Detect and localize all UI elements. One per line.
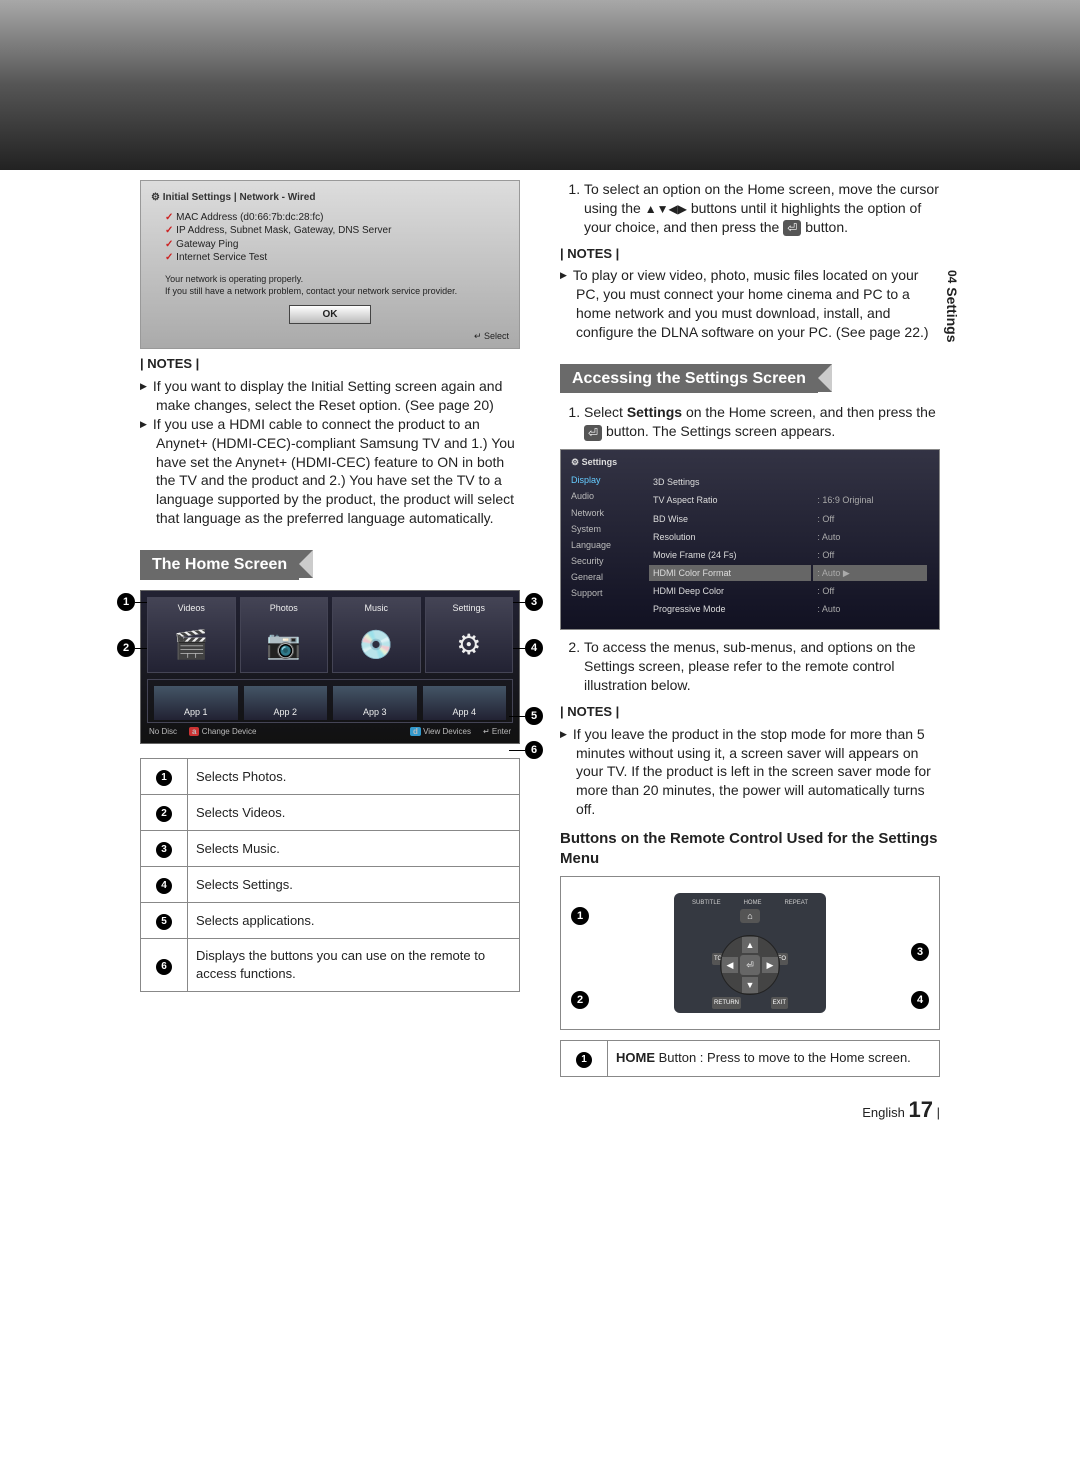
home-tab-music[interactable]: Music 💿 (332, 597, 421, 673)
note-item: If you want to display the Initial Setti… (156, 377, 520, 415)
repeat-label: REPEAT (784, 899, 808, 907)
notes-header: | NOTES | (560, 703, 940, 721)
marker-2-icon: 2 (571, 991, 589, 1009)
settings-title: Settings (571, 456, 929, 468)
arrow-down-icon[interactable]: ▼ (742, 977, 758, 993)
table-row: 6Displays the buttons you can use on the… (141, 939, 520, 991)
home-app-4[interactable]: App 4 (423, 686, 507, 720)
step-item: To select an option on the Home screen, … (584, 180, 940, 237)
music-icon: 💿 (333, 626, 420, 664)
dialog-footer: ↵ Select (151, 330, 509, 342)
ok-button[interactable]: OK (289, 305, 371, 325)
marker-1-icon: 1 (117, 593, 135, 611)
dialog-item: Gateway Ping (165, 238, 509, 252)
remote-heading: Buttons on the Remote Control Used for t… (560, 829, 940, 870)
home-app-2[interactable]: App 2 (244, 686, 328, 720)
arrow-right-icon[interactable]: ▶ (762, 957, 778, 973)
arrow-left-icon[interactable]: ◀ (722, 957, 738, 973)
videos-icon: 🎬 (148, 626, 235, 664)
home-button[interactable]: ⌂ (740, 909, 760, 923)
note-item: To play or view video, photo, music file… (576, 266, 940, 342)
marker-5-icon: 5 (525, 707, 543, 725)
home-screen-illustration: 1 2 3 4 5 6 Videos 🎬 (140, 590, 520, 745)
home-status-bar: No Disc a Change Device d View Devices ↵… (147, 727, 513, 738)
notes-header: | NOTES | (140, 355, 520, 373)
step-item: To access the menus, sub-menus, and opti… (584, 638, 940, 695)
section-label: Settings (944, 287, 960, 342)
gear-icon: ⚙ (426, 626, 513, 664)
marker-6-icon: 6 (525, 741, 543, 759)
arrow-up-icon[interactable]: ▲ (742, 937, 758, 953)
menu-support[interactable]: Support (571, 585, 641, 601)
home-tab-photos[interactable]: Photos 📷 (240, 597, 329, 673)
table-row: 3Selects Music. (141, 831, 520, 867)
home-label: HOME (744, 899, 762, 907)
menu-display[interactable]: Display (571, 472, 641, 488)
table-row: 1Selects Photos. (141, 759, 520, 795)
menu-audio[interactable]: Audio (571, 488, 641, 504)
notes-header: | NOTES | (560, 245, 940, 263)
remote-body: SUBTITLE HOME REPEAT ⌂ TOOLS INFO RETURN… (674, 893, 826, 1013)
return-button[interactable]: RETURN (712, 997, 741, 1009)
footer-language: English (862, 1105, 905, 1120)
marker-3-icon: 3 (911, 943, 929, 961)
enter-icon: ⏎ (783, 220, 801, 236)
network-dialog: Initial Settings | Network - Wired MAC A… (140, 180, 520, 349)
home-tab-videos[interactable]: Videos 🎬 (147, 597, 236, 673)
dialog-item: MAC Address (d0:66:7b:dc:28:fc) (165, 211, 509, 225)
menu-network[interactable]: Network (571, 505, 641, 521)
marker-1-icon: 1 (571, 907, 589, 925)
enter-icon: ⏎ (584, 425, 602, 441)
menu-system[interactable]: System (571, 521, 641, 537)
table-row: 2Selects Videos. (141, 795, 520, 831)
step-item: Select Settings on the Home screen, and … (584, 403, 940, 441)
dpad-arrows-icon: ▲▼◀▶ (645, 202, 687, 216)
subtitle-label: SUBTITLE (692, 899, 721, 907)
menu-language[interactable]: Language (571, 537, 641, 553)
dialog-title: Initial Settings | Network - Wired (151, 191, 509, 205)
marker-4-icon: 4 (911, 991, 929, 1009)
remote-legend-table: 1 HOME Button : Press to move to the Hom… (560, 1040, 940, 1077)
menu-general[interactable]: General (571, 569, 641, 585)
page-number: 17 (909, 1097, 933, 1122)
home-screen-heading: The Home Screen (140, 550, 299, 580)
marker-3-icon: 3 (525, 593, 543, 611)
table-row: 1 HOME Button : Press to move to the Hom… (561, 1040, 940, 1076)
remote-illustration: 1 2 3 4 SUBTITLE HOME REPEAT ⌂ TOOLS INF… (560, 876, 940, 1030)
section-number: 04 (945, 270, 959, 283)
enter-button[interactable]: ⏎ (740, 955, 760, 975)
note-item: If you leave the product in the stop mod… (576, 725, 940, 819)
home-legend-table: 1Selects Photos. 2Selects Videos. 3Selec… (140, 758, 520, 991)
header-gradient (0, 0, 1080, 170)
exit-button[interactable]: EXIT (771, 997, 788, 1009)
page-footer: English 17 | (140, 1097, 940, 1123)
section-tab: 04 Settings (944, 270, 960, 342)
home-app-3[interactable]: App 3 (333, 686, 417, 720)
marker-2-icon: 2 (117, 639, 135, 657)
dpad: TOOLS INFO RETURN EXIT ▲ ▼ ◀ ▶ ⏎ (710, 925, 790, 1005)
table-row: 5Selects applications. (141, 903, 520, 939)
settings-panel: Settings Display Audio Network System La… (560, 449, 940, 630)
photos-icon: 📷 (241, 626, 328, 664)
home-tab-settings[interactable]: Settings ⚙ (425, 597, 514, 673)
table-row: 4Selects Settings. (141, 867, 520, 903)
dialog-note: Your network is operating properly. If y… (165, 273, 509, 297)
marker-4-icon: 4 (525, 639, 543, 657)
dialog-item: Internet Service Test (165, 251, 509, 265)
home-app-1[interactable]: App 1 (154, 686, 238, 720)
menu-security[interactable]: Security (571, 553, 641, 569)
chevron-right-icon: ▶ (843, 568, 850, 578)
note-item: If you use a HDMI cable to connect the p… (156, 415, 520, 528)
dialog-item: IP Address, Subnet Mask, Gateway, DNS Se… (165, 224, 509, 238)
accessing-settings-heading: Accessing the Settings Screen (560, 364, 818, 394)
